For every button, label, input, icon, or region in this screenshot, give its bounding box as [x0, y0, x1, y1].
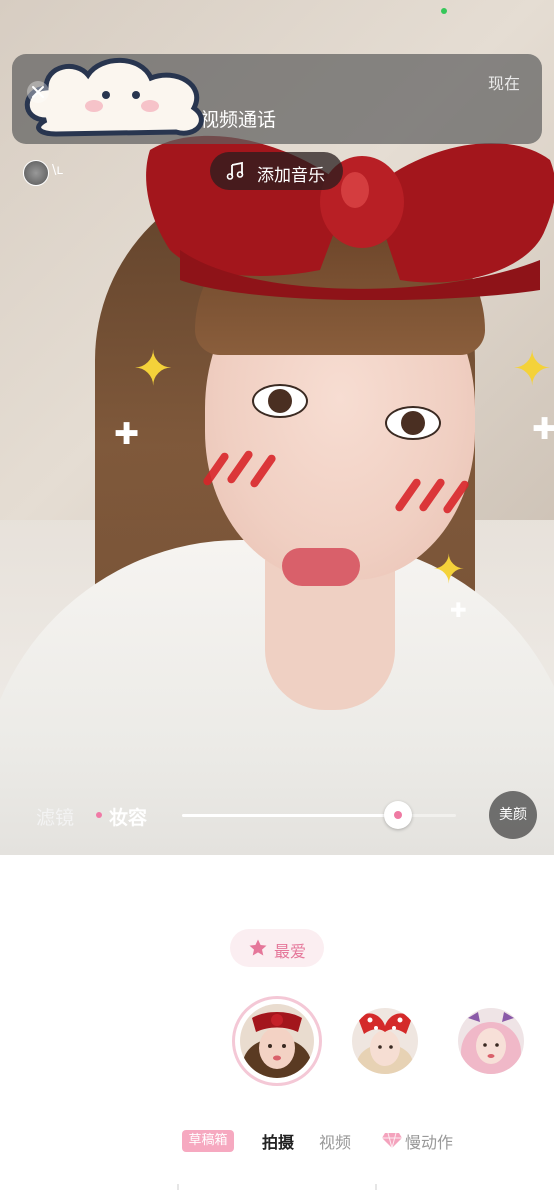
beauty-button[interactable]: 美颜 — [489, 791, 537, 839]
sparkle-sticker: ✚ — [532, 412, 554, 447]
user-label: \ʟ — [52, 163, 63, 178]
tab-video[interactable]: 视频 — [319, 1129, 351, 1153]
camera-indicator-icon — [441, 8, 447, 14]
effect-thumbnail-polka-bow[interactable] — [352, 1008, 418, 1074]
active-tab-indicator — [96, 812, 102, 818]
music-note-icon — [226, 161, 244, 180]
effect-thumbnail-pink-hair[interactable] — [458, 1008, 524, 1074]
user-avatar[interactable] — [23, 160, 49, 186]
notification-time: 现在 — [488, 74, 521, 93]
red-bow-sticker — [146, 135, 554, 300]
status-bar — [0, 0, 554, 40]
effect-thumbnail-red-bow[interactable] — [240, 1004, 314, 1078]
drafts-button[interactable]: 草稿箱 — [182, 1130, 234, 1152]
tab-filter[interactable]: 滤镜 — [36, 803, 74, 830]
left-eye — [252, 384, 308, 418]
close-icon[interactable] — [26, 80, 50, 104]
star-icon — [249, 939, 267, 956]
slider-fill — [182, 814, 399, 817]
home-indicator — [177, 1184, 377, 1190]
makeup-intensity-slider[interactable] — [182, 801, 456, 829]
sparkle-sticker: ✚ — [114, 417, 140, 452]
add-music-button[interactable]: 添加音乐 — [210, 152, 343, 190]
sparkle-sticker: ✦ — [432, 547, 466, 593]
add-music-label: 添加音乐 — [257, 166, 325, 186]
tab-shoot[interactable]: 拍摄 — [262, 1129, 294, 1153]
tab-slow-motion[interactable]: 慢动作 — [405, 1129, 453, 1153]
favorites-label: 最爱 — [274, 942, 307, 961]
favorites-button[interactable]: 最爱 — [230, 929, 324, 967]
sparkle-sticker: ✦ — [133, 341, 174, 397]
sparkle-sticker: ✚ — [450, 598, 467, 622]
tab-makeup[interactable]: 妆容 — [109, 803, 147, 830]
diamond-icon — [382, 1132, 402, 1149]
sparkle-sticker: ✦ — [512, 341, 553, 397]
subject-lips — [282, 548, 360, 586]
right-eye — [385, 406, 441, 440]
